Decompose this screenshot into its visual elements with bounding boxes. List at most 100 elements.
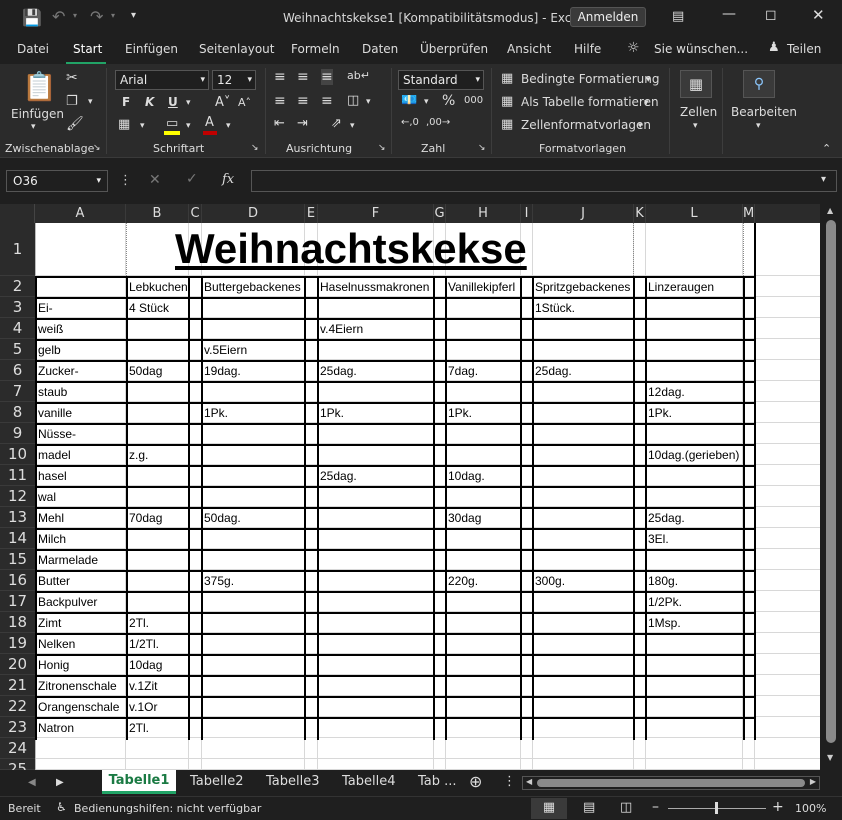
- row-header[interactable]: 19: [0, 633, 35, 654]
- grow-font-icon[interactable]: A˅: [215, 95, 230, 110]
- bold-button[interactable]: F: [122, 95, 130, 109]
- maximize-icon[interactable]: ◻: [765, 7, 777, 23]
- ingredient-amount[interactable]: 7dag.: [446, 361, 478, 381]
- ingredient-name[interactable]: Zimt: [36, 613, 61, 633]
- undo-icon[interactable]: ↶: [52, 7, 65, 26]
- number-launcher-icon[interactable]: ↘: [478, 143, 486, 153]
- align-top-icon[interactable]: ≡: [274, 69, 286, 85]
- ingredient-name[interactable]: Orangenschale: [36, 697, 119, 717]
- scroll-up-icon[interactable]: ▲: [827, 206, 833, 215]
- ingredient-amount[interactable]: 375g.: [202, 571, 234, 591]
- column-header[interactable]: H: [446, 204, 521, 223]
- ingredient-amount[interactable]: z.g.: [127, 445, 148, 465]
- wrap-text-icon[interactable]: ab↵: [347, 69, 370, 82]
- italic-button[interactable]: K: [145, 95, 154, 109]
- row-header[interactable]: 12: [0, 486, 35, 507]
- normal-view-icon[interactable]: ▦: [531, 798, 567, 819]
- ingredient-amount[interactable]: 30dag: [446, 508, 481, 528]
- ingredient-name[interactable]: Butter: [36, 571, 70, 591]
- sheet-prev-icon[interactable]: ◀: [28, 777, 36, 788]
- copy-dropdown-icon[interactable]: ▾: [88, 97, 93, 107]
- cell-styles-dropdown-icon[interactable]: ▾: [638, 121, 643, 131]
- customize-toolbar-icon[interactable]: ▾: [131, 10, 136, 21]
- font-launcher-icon[interactable]: ↘: [251, 143, 259, 153]
- search-icon[interactable]: ⚲: [743, 70, 775, 98]
- ingredient-amount[interactable]: 50dag: [127, 361, 162, 381]
- ingredient-name[interactable]: Nüsse-: [36, 424, 76, 444]
- select-all-corner[interactable]: [0, 204, 35, 223]
- column-header[interactable]: D: [202, 204, 305, 223]
- ingredient-amount[interactable]: 2Tl.: [127, 718, 149, 738]
- signin-button[interactable]: Anmelden: [570, 7, 646, 27]
- ingredient-amount[interactable]: v.4Eiern: [318, 319, 363, 339]
- row-header[interactable]: 16: [0, 570, 35, 591]
- close-icon[interactable]: ✕: [812, 6, 825, 24]
- redo-dropdown-icon[interactable]: ▾: [111, 11, 115, 20]
- ingredient-amount[interactable]: v.5Eiern: [202, 340, 247, 360]
- ingredient-name[interactable]: Nelken: [36, 634, 75, 654]
- paste-button[interactable]: Einfügen: [11, 107, 64, 121]
- ingredient-amount[interactable]: 180g.: [646, 571, 678, 591]
- row-header[interactable]: 18: [0, 612, 35, 633]
- ingredient-amount[interactable]: 12dag.: [646, 382, 685, 402]
- format-table-dropdown-icon[interactable]: ▾: [644, 98, 649, 108]
- expand-formula-icon[interactable]: ▾: [821, 174, 826, 185]
- cell-styles-icon[interactable]: ▦: [501, 117, 513, 132]
- name-box[interactable]: O36 ▾: [6, 170, 108, 192]
- tab-formeln[interactable]: Formeln: [291, 42, 340, 56]
- ingredient-name[interactable]: Natron: [36, 718, 74, 738]
- clipboard-launcher-icon[interactable]: ↘: [93, 143, 101, 153]
- row-header[interactable]: 25: [0, 759, 35, 770]
- ingredient-amount[interactable]: 2Tl.: [127, 613, 149, 633]
- ingredient-amount[interactable]: 25dag.: [533, 361, 572, 381]
- row-header[interactable]: 14: [0, 528, 35, 549]
- vertical-scrollbar[interactable]: ▲ ▼: [820, 204, 842, 770]
- row-header[interactable]: 2: [0, 276, 35, 297]
- tellme-search[interactable]: Sie wünschen...: [654, 42, 748, 56]
- font-size-dropdown[interactable]: 12 ▾: [212, 70, 256, 90]
- recipe-header[interactable]: Haselnussmakronen: [318, 277, 429, 297]
- row-header[interactable]: 5: [0, 339, 35, 360]
- align-middle-icon[interactable]: ≡: [297, 69, 309, 85]
- align-left-icon[interactable]: ≡: [274, 93, 286, 109]
- tab-more[interactable]: Tab ...: [418, 774, 457, 789]
- font-color-icon[interactable]: A: [205, 115, 214, 130]
- row-header[interactable]: 15: [0, 549, 35, 570]
- row-header[interactable]: 1: [0, 223, 35, 276]
- orientation-icon[interactable]: ⇗: [331, 116, 342, 131]
- fill-color-icon[interactable]: ▭: [166, 116, 178, 131]
- row-header[interactable]: 9: [0, 423, 35, 444]
- ingredient-name[interactable]: Zitronenschale: [36, 676, 117, 696]
- format-as-table-button[interactable]: Als Tabelle formatieren: [521, 95, 659, 109]
- sheet-next-icon[interactable]: ▶: [56, 777, 64, 788]
- editing-dropdown-icon[interactable]: ▾: [756, 121, 761, 131]
- tab-options-icon[interactable]: ⋮: [503, 774, 516, 789]
- page-break-view-icon[interactable]: ◫: [620, 800, 632, 815]
- undo-dropdown-icon[interactable]: ▾: [73, 11, 77, 20]
- fill-color-dropdown-icon[interactable]: ▾: [186, 121, 191, 131]
- formula-input[interactable]: [251, 170, 837, 192]
- font-color-dropdown-icon[interactable]: ▾: [226, 121, 231, 131]
- cells-button[interactable]: Zellen: [680, 105, 717, 119]
- format-table-icon[interactable]: ▦: [501, 94, 513, 109]
- tab-seitenlayout[interactable]: Seitenlayout: [199, 42, 274, 56]
- ingredient-amount[interactable]: 70dag: [127, 508, 162, 528]
- save-icon[interactable]: 💾: [22, 8, 42, 27]
- decrease-indent-icon[interactable]: ⇤: [274, 116, 285, 131]
- ingredient-amount[interactable]: 1Pk.: [202, 403, 228, 423]
- row-header[interactable]: 24: [0, 738, 35, 759]
- cancel-icon[interactable]: ✕: [149, 172, 161, 188]
- horizontal-scrollbar[interactable]: ◀ ▶: [522, 776, 820, 790]
- ingredient-name[interactable]: Ei-: [36, 298, 53, 318]
- font-name-dropdown[interactable]: Arial ▾: [115, 70, 209, 90]
- ingredient-name[interactable]: weiß: [36, 319, 63, 339]
- column-header[interactable]: M: [743, 204, 755, 223]
- zoom-slider-thumb[interactable]: [715, 802, 718, 814]
- column-header[interactable]: F: [318, 204, 434, 223]
- currency-icon[interactable]: 💶: [401, 93, 417, 108]
- column-header[interactable]: E: [305, 204, 318, 223]
- number-format-dropdown[interactable]: Standard ▾: [398, 70, 484, 90]
- conditional-format-button[interactable]: Bedingte Formatierung: [521, 72, 659, 86]
- accessibility-icon[interactable]: ♿: [56, 800, 67, 814]
- recipe-header[interactable]: Linzeraugen: [646, 277, 714, 297]
